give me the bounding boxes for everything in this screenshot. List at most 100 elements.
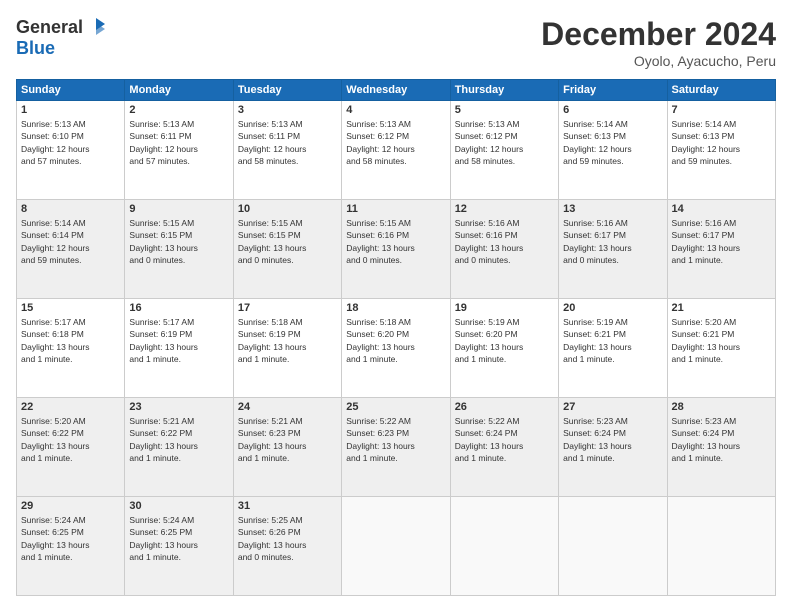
day-number: 4 (346, 104, 445, 116)
table-row: 26 Sunrise: 5:22 AMSunset: 6:24 PMDayligh… (450, 398, 558, 497)
day-info: Sunrise: 5:15 AMSunset: 6:15 PMDaylight:… (238, 217, 337, 266)
month-title: December 2024 (541, 16, 776, 53)
table-row: 3 Sunrise: 5:13 AMSunset: 6:11 PMDaylight… (233, 101, 341, 200)
table-row: 23 Sunrise: 5:21 AMSunset: 6:22 PMDayligh… (125, 398, 233, 497)
day-info: Sunrise: 5:16 AMSunset: 6:17 PMDaylight:… (672, 217, 771, 266)
calendar-header-row: Sunday Monday Tuesday Wednesday Thursday… (17, 80, 776, 101)
page-header: General Blue December 2024 Oyolo, Ayacuc… (16, 16, 776, 69)
table-row: 18 Sunrise: 5:18 AMSunset: 6:20 PMDayligh… (342, 299, 450, 398)
logo: General Blue (16, 16, 107, 59)
day-number: 14 (672, 203, 771, 215)
table-row: 5 Sunrise: 5:13 AMSunset: 6:12 PMDaylight… (450, 101, 558, 200)
day-info: Sunrise: 5:21 AMSunset: 6:23 PMDaylight:… (238, 415, 337, 464)
day-info: Sunrise: 5:13 AMSunset: 6:11 PMDaylight:… (129, 118, 228, 167)
col-friday: Friday (559, 80, 667, 101)
day-number: 20 (563, 302, 662, 314)
table-row (450, 497, 558, 596)
day-number: 23 (129, 401, 228, 413)
day-info: Sunrise: 5:20 AMSunset: 6:21 PMDaylight:… (672, 316, 771, 365)
table-row: 16Sunrise: 5:17 AMSunset: 6:19 PMDayligh… (125, 299, 233, 398)
day-info: Sunrise: 5:16 AMSunset: 6:17 PMDaylight:… (563, 217, 662, 266)
day-info: Sunrise: 5:18 AMSunset: 6:19 PMDaylight:… (238, 316, 337, 365)
table-row (342, 497, 450, 596)
day-number: 21 (672, 302, 771, 314)
table-row: 13 Sunrise: 5:16 AMSunset: 6:17 PMDayligh… (559, 200, 667, 299)
table-row: 30 Sunrise: 5:24 AMSunset: 6:25 PMDayligh… (125, 497, 233, 596)
col-saturday: Saturday (667, 80, 775, 101)
day-info: Sunrise: 5:21 AMSunset: 6:22 PMDaylight:… (129, 415, 228, 464)
table-row: 2 Sunrise: 5:13 AMSunset: 6:11 PMDaylight… (125, 101, 233, 200)
day-info: Sunrise: 5:22 AMSunset: 6:24 PMDaylight:… (455, 415, 554, 464)
day-number: 28 (672, 401, 771, 413)
day-info: Sunrise: 5:16 AMSunset: 6:16 PMDaylight:… (455, 217, 554, 266)
logo-blue-text: Blue (16, 38, 55, 58)
day-info: Sunrise: 5:13 AMSunset: 6:11 PMDaylight:… (238, 118, 337, 167)
table-row: 27 Sunrise: 5:23 AMSunset: 6:24 PMDayligh… (559, 398, 667, 497)
logo-general-text: General (16, 17, 83, 38)
table-row: 20 Sunrise: 5:19 AMSunset: 6:21 PMDayligh… (559, 299, 667, 398)
day-info: Sunrise: 5:23 AMSunset: 6:24 PMDaylight:… (672, 415, 771, 464)
col-monday: Monday (125, 80, 233, 101)
table-row: 24 Sunrise: 5:21 AMSunset: 6:23 PMDayligh… (233, 398, 341, 497)
col-wednesday: Wednesday (342, 80, 450, 101)
table-row: 14 Sunrise: 5:16 AMSunset: 6:17 PMDayligh… (667, 200, 775, 299)
col-sunday: Sunday (17, 80, 125, 101)
day-number: 9 (129, 203, 228, 215)
day-info: Sunrise: 5:18 AMSunset: 6:20 PMDaylight:… (346, 316, 445, 365)
day-info: Sunrise: 5:19 AMSunset: 6:21 PMDaylight:… (563, 316, 662, 365)
day-number: 6 (563, 104, 662, 116)
table-row: 21 Sunrise: 5:20 AMSunset: 6:21 PMDayligh… (667, 299, 775, 398)
day-info: Sunrise: 5:13 AMSunset: 6:10 PMDaylight:… (21, 118, 120, 167)
day-number: 10 (238, 203, 337, 215)
day-info: Sunrise: 5:23 AMSunset: 6:24 PMDaylight:… (563, 415, 662, 464)
day-number: 15 (21, 302, 120, 314)
day-number: 2 (129, 104, 228, 116)
day-info: Sunrise: 5:19 AMSunset: 6:20 PMDaylight:… (455, 316, 554, 365)
day-number: 26 (455, 401, 554, 413)
day-number: 17 (238, 302, 337, 314)
day-number: 7 (672, 104, 771, 116)
day-number: 11 (346, 203, 445, 215)
day-number: 3 (238, 104, 337, 116)
day-number: 19 (455, 302, 554, 314)
day-number: 31 (238, 500, 337, 512)
day-number: 27 (563, 401, 662, 413)
table-row: 15 Sunrise: 5:17 AMSunset: 6:18 PMDayligh… (17, 299, 125, 398)
day-number: 5 (455, 104, 554, 116)
day-number: 8 (21, 203, 120, 215)
table-row: 22 Sunrise: 5:20 AMSunset: 6:22 PMDayligh… (17, 398, 125, 497)
table-row: 6Sunrise: 5:14 AMSunset: 6:13 PMDaylight… (559, 101, 667, 200)
calendar-week-row: 22 Sunrise: 5:20 AMSunset: 6:22 PMDayligh… (17, 398, 776, 497)
table-row: 10 Sunrise: 5:15 AMSunset: 6:15 PMDayligh… (233, 200, 341, 299)
day-info: Sunrise: 5:24 AMSunset: 6:25 PMDaylight:… (129, 514, 228, 563)
day-info: Sunrise: 5:15 AMSunset: 6:16 PMDaylight:… (346, 217, 445, 266)
day-number: 18 (346, 302, 445, 314)
table-row (559, 497, 667, 596)
table-row: 11 Sunrise: 5:15 AMSunset: 6:16 PMDayligh… (342, 200, 450, 299)
table-row: 9Sunrise: 5:15 AMSunset: 6:15 PMDaylight… (125, 200, 233, 299)
day-info: Sunrise: 5:14 AMSunset: 6:14 PMDaylight:… (21, 217, 120, 266)
table-row: 17 Sunrise: 5:18 AMSunset: 6:19 PMDayligh… (233, 299, 341, 398)
day-info: Sunrise: 5:17 AMSunset: 6:18 PMDaylight:… (21, 316, 120, 365)
table-row: 1Sunrise: 5:13 AMSunset: 6:10 PMDaylight… (17, 101, 125, 200)
day-number: 25 (346, 401, 445, 413)
col-thursday: Thursday (450, 80, 558, 101)
day-number: 13 (563, 203, 662, 215)
day-info: Sunrise: 5:22 AMSunset: 6:23 PMDaylight:… (346, 415, 445, 464)
logo-flag-icon (85, 16, 107, 38)
table-row: 19 Sunrise: 5:19 AMSunset: 6:20 PMDayligh… (450, 299, 558, 398)
table-row: 7Sunrise: 5:14 AMSunset: 6:13 PMDaylight… (667, 101, 775, 200)
location-subtitle: Oyolo, Ayacucho, Peru (541, 53, 776, 69)
table-row: 25 Sunrise: 5:22 AMSunset: 6:23 PMDayligh… (342, 398, 450, 497)
table-row: 12Sunrise: 5:16 AMSunset: 6:16 PMDayligh… (450, 200, 558, 299)
table-row: 8 Sunrise: 5:14 AMSunset: 6:14 PMDaylight… (17, 200, 125, 299)
table-row: 4Sunrise: 5:13 AMSunset: 6:12 PMDaylight… (342, 101, 450, 200)
day-number: 24 (238, 401, 337, 413)
calendar-week-row: 8 Sunrise: 5:14 AMSunset: 6:14 PMDaylight… (17, 200, 776, 299)
day-number: 22 (21, 401, 120, 413)
day-info: Sunrise: 5:13 AMSunset: 6:12 PMDaylight:… (455, 118, 554, 167)
day-info: Sunrise: 5:25 AMSunset: 6:26 PMDaylight:… (238, 514, 337, 563)
day-number: 30 (129, 500, 228, 512)
day-info: Sunrise: 5:20 AMSunset: 6:22 PMDaylight:… (21, 415, 120, 464)
calendar-page: General Blue December 2024 Oyolo, Ayacuc… (0, 0, 792, 612)
